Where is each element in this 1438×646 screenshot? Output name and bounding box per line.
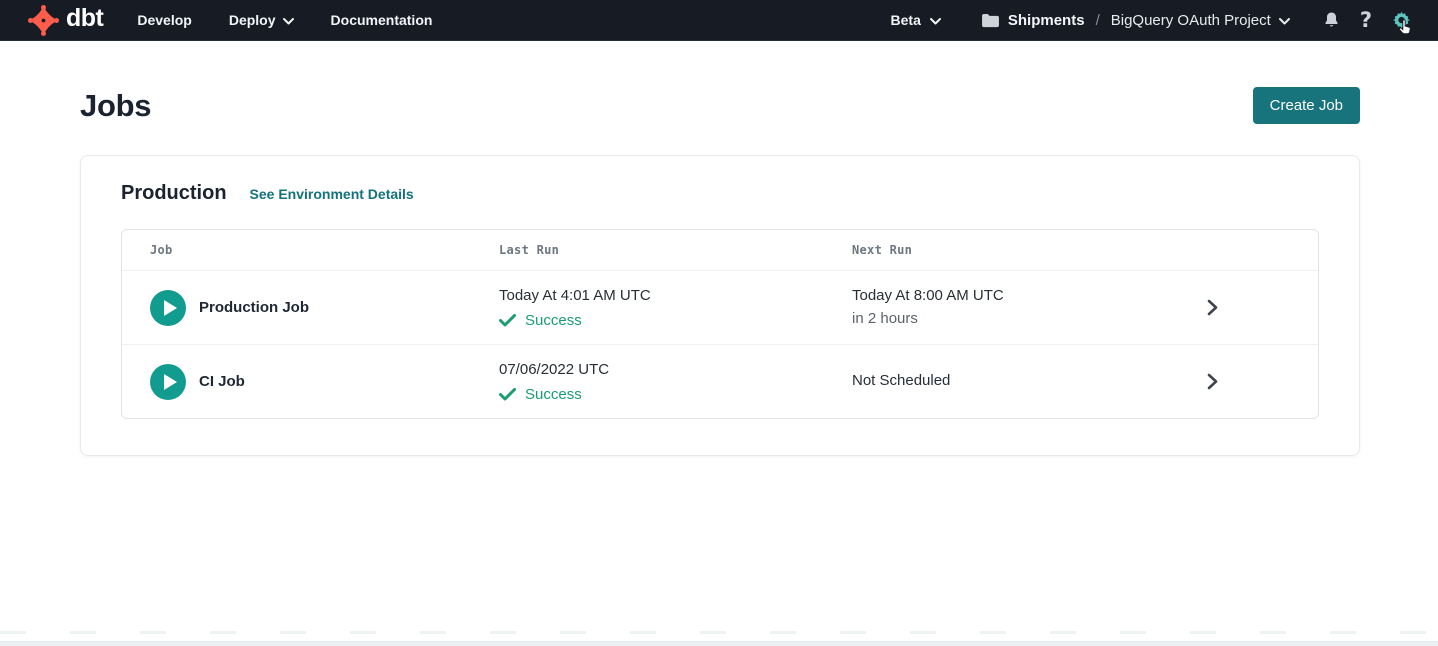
notifications-bell-icon[interactable] xyxy=(1322,10,1341,30)
jobs-table: Job Last Run Next Run Production Job Tod… xyxy=(121,229,1319,419)
run-job-play-icon[interactable] xyxy=(150,364,186,400)
jobs-table-header: Job Last Run Next Run xyxy=(122,230,1318,270)
job-cell: CI Job xyxy=(150,364,499,400)
chevron-right-icon[interactable] xyxy=(1207,373,1219,390)
success-label: Success xyxy=(525,312,582,329)
chevron-right-icon[interactable] xyxy=(1207,299,1219,316)
last-run-cell: Today At 4:01 AM UTC Success xyxy=(499,286,852,328)
breadcrumb-separator: / xyxy=(1096,12,1100,29)
breadcrumb-project: BigQuery OAuth Project xyxy=(1111,12,1271,29)
navbar-right: Beta Shipments / BigQuery OAuth Project xyxy=(891,10,1412,31)
row-chevron-cell xyxy=(1207,299,1318,316)
page-bottom-dashes xyxy=(0,631,1438,634)
column-header-next-run: Next Run xyxy=(852,243,1207,257)
next-run-cell: Not Scheduled xyxy=(852,371,1207,391)
job-name[interactable]: Production Job xyxy=(199,299,309,316)
next-run-cell: Today At 8:00 AM UTC in 2 hours xyxy=(852,286,1207,329)
question-mark-icon[interactable]: ? xyxy=(1360,10,1372,31)
dbt-logo[interactable]: dbt xyxy=(28,5,103,36)
success-check-icon xyxy=(499,388,516,401)
page-header: Jobs Create Job xyxy=(80,87,1360,124)
main-content: Jobs Create Job Production See Environme… xyxy=(0,87,1438,456)
column-header-actions xyxy=(1207,243,1318,257)
nav-item-deploy-label: Deploy xyxy=(229,12,276,28)
job-row-production[interactable]: Production Job Today At 4:01 AM UTC Succ… xyxy=(122,270,1318,344)
beta-label: Beta xyxy=(891,12,921,28)
chevron-down-icon xyxy=(1279,12,1290,29)
last-run-cell: 07/06/2022 UTC Success xyxy=(499,360,852,402)
beta-dropdown[interactable]: Beta xyxy=(891,12,941,28)
page-bottom-bar xyxy=(0,641,1438,646)
page-title: Jobs xyxy=(80,88,151,124)
last-run-status: Success xyxy=(499,386,852,403)
job-row-ci[interactable]: CI Job 07/06/2022 UTC Success Not Schedu… xyxy=(122,344,1318,418)
nav-item-documentation[interactable]: Documentation xyxy=(331,12,433,28)
row-chevron-cell xyxy=(1207,373,1318,390)
navbar-icon-cluster: ? xyxy=(1322,10,1412,31)
next-run-time: Today At 8:00 AM UTC xyxy=(852,286,1207,306)
project-breadcrumb[interactable]: Shipments / BigQuery OAuth Project xyxy=(981,12,1290,29)
job-cell: Production Job xyxy=(150,290,499,326)
environment-title: Production xyxy=(121,182,227,205)
chevron-down-icon xyxy=(930,12,941,28)
nav-item-documentation-label: Documentation xyxy=(331,12,433,28)
dbt-pinwheel-icon xyxy=(28,5,59,36)
success-label: Success xyxy=(525,386,582,403)
primary-nav: Develop Deploy Documentation xyxy=(137,12,469,28)
environment-card: Production See Environment Details Job L… xyxy=(80,155,1360,456)
pointer-cursor-icon xyxy=(1397,19,1412,41)
see-environment-details-link[interactable]: See Environment Details xyxy=(250,186,414,202)
folder-icon xyxy=(981,13,1000,28)
last-run-time: 07/06/2022 UTC xyxy=(499,360,852,380)
nav-item-deploy[interactable]: Deploy xyxy=(229,12,294,28)
last-run-time: Today At 4:01 AM UTC xyxy=(499,286,852,306)
create-job-button[interactable]: Create Job xyxy=(1253,87,1360,124)
environment-card-header: Production See Environment Details xyxy=(121,182,1319,205)
run-job-play-icon[interactable] xyxy=(150,290,186,326)
chevron-down-icon xyxy=(283,12,294,28)
settings-gear-icon[interactable] xyxy=(1391,10,1412,31)
last-run-status: Success xyxy=(499,312,852,329)
top-navbar: dbt Develop Deploy Documentation Beta Sh… xyxy=(0,0,1438,41)
breadcrumb-account: Shipments xyxy=(1008,12,1085,29)
dbt-brand-text: dbt xyxy=(66,6,103,34)
next-run-note: in 2 hours xyxy=(852,309,1207,329)
next-run-time: Not Scheduled xyxy=(852,371,1207,391)
nav-item-develop[interactable]: Develop xyxy=(137,12,191,28)
success-check-icon xyxy=(499,314,516,327)
job-name[interactable]: CI Job xyxy=(199,373,245,390)
nav-item-develop-label: Develop xyxy=(137,12,191,28)
column-header-last-run: Last Run xyxy=(499,243,852,257)
column-header-job: Job xyxy=(150,243,499,257)
